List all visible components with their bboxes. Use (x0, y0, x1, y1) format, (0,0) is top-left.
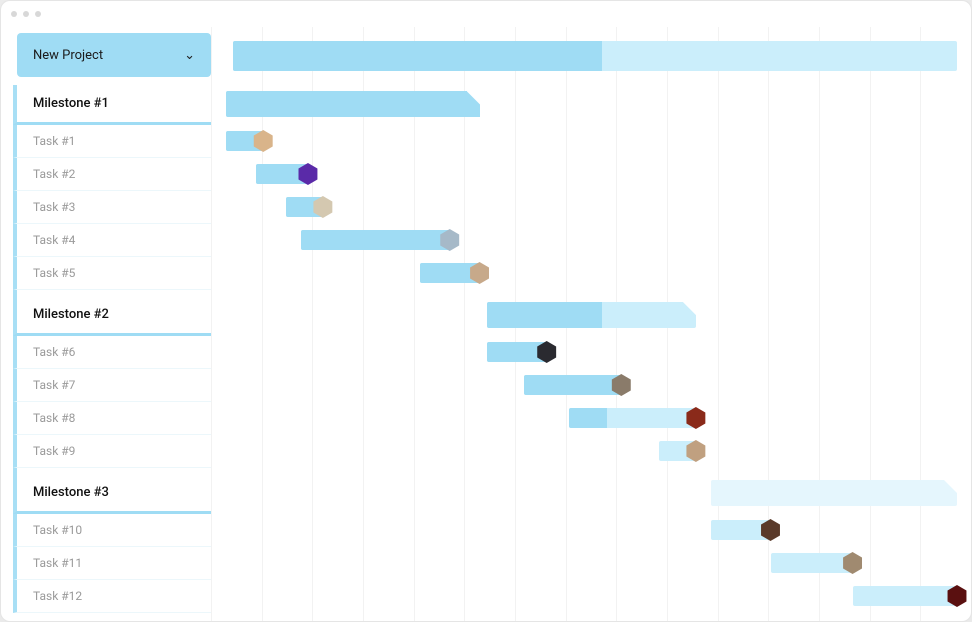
assignee-avatar[interactable] (842, 552, 864, 574)
project-bar[interactable] (233, 41, 957, 71)
assignee-avatar[interactable] (469, 262, 491, 284)
milestone-bar[interactable] (487, 302, 696, 328)
assignee-avatar[interactable] (312, 196, 334, 218)
gantt-chart[interactable] (211, 27, 971, 621)
project-dropdown-label: New Project (33, 48, 103, 63)
task-bar[interactable] (771, 553, 853, 573)
sidebar-task[interactable]: Task #9 (13, 435, 211, 468)
sidebar-task[interactable]: Task #4 (13, 224, 211, 257)
milestone-bar[interactable] (226, 91, 480, 117)
task-bar[interactable] (301, 230, 450, 250)
assignee-avatar[interactable] (536, 341, 558, 363)
sidebar-milestone[interactable]: Milestone #3 (13, 474, 211, 514)
sidebar-task[interactable]: Task #2 (13, 158, 211, 191)
assignee-avatar[interactable] (252, 130, 274, 152)
traffic-light-dot (11, 11, 17, 17)
sidebar: New Project ⌄ Milestone #1Task #1Task #2… (1, 27, 211, 621)
assignee-avatar[interactable] (946, 585, 968, 607)
milestone-bar[interactable] (711, 480, 957, 506)
task-bar[interactable] (524, 375, 621, 395)
traffic-light-dot (23, 11, 29, 17)
sidebar-task[interactable]: Task #6 (13, 336, 211, 369)
sidebar-task[interactable]: Task #10 (13, 514, 211, 547)
sidebar-milestone[interactable]: Milestone #2 (13, 296, 211, 336)
sidebar-task[interactable]: Task #8 (13, 402, 211, 435)
sidebar-milestone[interactable]: Milestone #1 (13, 85, 211, 125)
assignee-avatar[interactable] (439, 229, 461, 251)
chevron-down-icon: ⌄ (184, 48, 195, 63)
assignee-avatar[interactable] (610, 374, 632, 396)
assignee-avatar[interactable] (297, 163, 319, 185)
sidebar-task[interactable]: Task #7 (13, 369, 211, 402)
traffic-light-dot (35, 11, 41, 17)
assignee-avatar[interactable] (685, 440, 707, 462)
task-bar[interactable] (569, 408, 696, 428)
task-bar[interactable] (853, 586, 957, 606)
project-dropdown[interactable]: New Project ⌄ (17, 33, 211, 77)
app-window: New Project ⌄ Milestone #1Task #1Task #2… (0, 0, 972, 622)
assignee-avatar[interactable] (685, 407, 707, 429)
sidebar-task[interactable]: Task #1 (13, 125, 211, 158)
window-titlebar (1, 1, 971, 27)
sidebar-task[interactable]: Task #11 (13, 547, 211, 580)
sidebar-task[interactable]: Task #3 (13, 191, 211, 224)
content-area: New Project ⌄ Milestone #1Task #1Task #2… (1, 27, 971, 621)
sidebar-task[interactable]: Task #5 (13, 257, 211, 290)
assignee-avatar[interactable] (760, 519, 782, 541)
sidebar-task[interactable]: Task #12 (13, 580, 211, 613)
gantt-rows (211, 33, 971, 613)
